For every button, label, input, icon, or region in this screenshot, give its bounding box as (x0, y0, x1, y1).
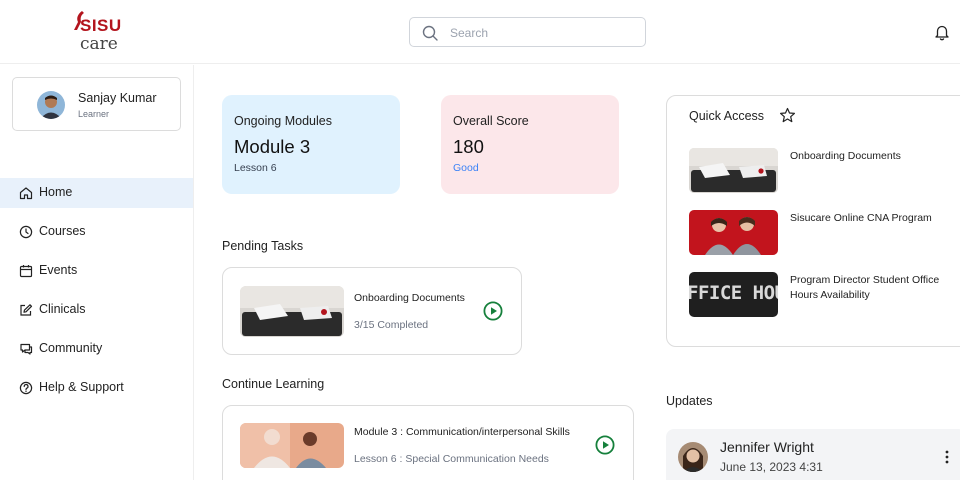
card-title: Overall Score (453, 114, 529, 128)
sidebar-item-label: Community (39, 341, 103, 355)
calendar-icon (19, 265, 33, 278)
sidebar-item-events[interactable]: Events (0, 256, 193, 295)
help-icon (19, 381, 33, 395)
profile-name: Sanjay Kumar (78, 91, 157, 105)
quick-access-item[interactable]: Sisucare Online CNA Program (689, 210, 939, 256)
quick-access-label: Program Director Student Office Hours Av… (790, 274, 940, 301)
sidebar-item-community[interactable]: Community (0, 334, 193, 373)
ongoing-modules-card[interactable]: Ongoing Modules Module 3 Lesson 6 (222, 95, 400, 194)
profile-card[interactable]: Sanjay Kumar Learner (12, 77, 181, 131)
sidebar-item-courses[interactable]: Courses (0, 217, 193, 256)
sidebar: Sanjay Kumar Learner Home Courses Events (0, 65, 194, 480)
updates-heading: Updates (666, 394, 713, 408)
overall-score-card[interactable]: Overall Score 180 Good (441, 95, 619, 194)
notification-bell-icon[interactable] (933, 23, 951, 41)
logo-text-sisu: SISU (80, 16, 122, 35)
search-input[interactable] (450, 23, 635, 43)
logo-text-care: care (80, 34, 118, 54)
module-thumbnail (240, 423, 344, 468)
update-author: Jennifer Wright (720, 439, 814, 455)
task-progress: 3/15 Completed (354, 319, 429, 331)
more-options-icon[interactable] (942, 449, 952, 465)
sidebar-item-label: Clinicals (39, 302, 86, 316)
card-value: Module 3 (234, 136, 311, 157)
home-icon (19, 187, 33, 200)
sidebar-item-label: Home (39, 185, 73, 199)
office-hours-thumbnail: FFICE HOU (689, 272, 778, 317)
top-header: SISU care (0, 0, 960, 64)
lesson-title: Lesson 6 : Special Communication Needs (354, 453, 549, 465)
edit-icon (20, 304, 33, 316)
sidebar-item-clinicals[interactable]: Clinicals (0, 295, 193, 334)
play-icon[interactable] (483, 301, 503, 321)
task-title: Onboarding Documents (354, 292, 465, 304)
sidebar-item-help[interactable]: Help & Support (0, 373, 193, 412)
play-icon[interactable] (595, 435, 615, 455)
search-box[interactable] (409, 17, 646, 47)
clock-icon (19, 225, 33, 239)
quick-access-title: Quick Access (689, 109, 765, 123)
quick-access-label: Sisucare Online CNA Program (790, 212, 932, 224)
pending-task-card[interactable]: Onboarding Documents 3/15 Completed (222, 267, 522, 355)
quick-access-item[interactable]: Onboarding Documents (689, 148, 939, 194)
sidebar-item-label: Help & Support (39, 380, 124, 394)
sidebar-item-label: Events (39, 263, 78, 277)
chat-icon (20, 343, 33, 355)
continue-learning-heading: Continue Learning (222, 377, 325, 391)
star-icon[interactable] (779, 107, 796, 124)
profile-role: Learner (78, 109, 110, 119)
sidebar-item-home[interactable]: Home (0, 178, 193, 208)
module-title: Module 3 : Communication/interpersonal S… (354, 426, 570, 438)
quick-access-label: Onboarding Documents (790, 150, 901, 162)
score-status: Good (453, 162, 479, 174)
update-timestamp: June 13, 2023 4:31 (720, 460, 823, 474)
card-subtitle: Lesson 6 (234, 162, 277, 174)
onboarding-thumbnail (240, 286, 344, 337)
quick-access-item[interactable]: FFICE HOU Program Director Student Offic… (689, 272, 939, 318)
card-value: 180 (453, 136, 484, 157)
quick-access-panel: Quick Access Onboarding Documents Sisuca… (666, 95, 960, 347)
sidebar-item-label: Courses (39, 224, 86, 238)
card-title: Ongoing Modules (234, 114, 332, 128)
continue-learning-card[interactable]: Module 3 : Communication/interpersonal S… (222, 405, 634, 480)
avatar (678, 442, 708, 472)
pending-tasks-heading: Pending Tasks (222, 239, 304, 253)
cna-program-thumbnail (689, 210, 778, 255)
sisucare-logo[interactable]: SISU care (72, 10, 132, 58)
onboarding-thumbnail (689, 148, 778, 193)
update-card[interactable]: Jennifer Wright June 13, 2023 4:31 (666, 429, 960, 480)
search-icon (422, 25, 438, 41)
avatar (37, 91, 65, 119)
sidebar-nav: Home Courses Events Clinicals Community … (0, 178, 193, 412)
office-hours-thumbnail-text: FFICE HOU (689, 282, 778, 304)
